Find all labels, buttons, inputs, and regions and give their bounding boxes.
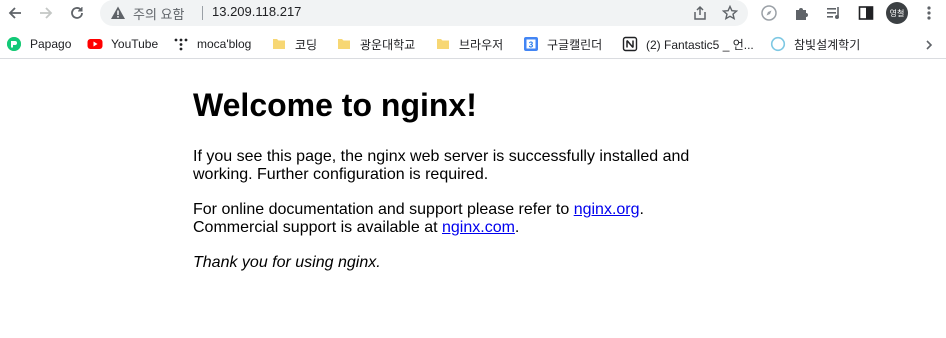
notion-icon <box>622 36 638 52</box>
more-menu-icon[interactable] <box>920 4 938 22</box>
thanks-text: Thank you for using nginx. <box>193 254 381 271</box>
commercial-text: Commercial support is available at <box>193 219 442 236</box>
calendar-icon: 3 <box>523 36 539 52</box>
browser-toolbar: 주의 요함 13.209.118.217 영철 <box>0 0 946 26</box>
bookmark-moca-blog[interactable]: moca'blog <box>173 35 251 53</box>
bookmark-label: 브라우저 <box>459 37 504 52</box>
security-status-label[interactable]: 주의 요함 <box>133 4 184 23</box>
bookmark-label: moca'blog <box>197 37 252 51</box>
support-punct: . <box>639 201 644 218</box>
folder-icon <box>271 36 287 52</box>
page-content: Welcome to nginx! If you see this page, … <box>0 60 946 338</box>
moca-icon <box>173 36 189 52</box>
folder-icon <box>336 36 352 52</box>
bookmark-label: (2) Fantastic5 _ 언... <box>646 37 754 52</box>
omnibox-separator <box>202 6 203 20</box>
bookmark-folder-kwangwoon[interactable]: 광운대학교 <box>336 35 415 53</box>
share-icon[interactable] <box>692 5 708 21</box>
bookmark-papago[interactable]: Papago <box>6 35 71 53</box>
page-title: Welcome to nginx! <box>193 87 477 123</box>
install-message: If you see this page, the nginx web serv… <box>193 148 690 183</box>
bookmark-label: 참빛설계학기 <box>794 37 861 52</box>
bookmark-google-calendar[interactable]: 3 구글캘린더 <box>523 35 602 53</box>
reload-button[interactable] <box>64 0 90 26</box>
warning-icon[interactable] <box>110 5 126 21</box>
star-icon[interactable] <box>722 5 738 21</box>
arrow-right-icon <box>40 7 53 19</box>
back-button[interactable] <box>2 0 28 26</box>
media-control-icon[interactable] <box>825 4 843 22</box>
thanks-message: Thank you for using nginx. <box>193 254 713 272</box>
address-bar[interactable]: 주의 요함 13.209.118.217 <box>100 0 748 26</box>
bookmark-chambit[interactable]: 참빛설계학기 <box>770 35 860 53</box>
nginx-welcome: Welcome to nginx! If you see this page, … <box>193 86 713 289</box>
circle-icon <box>770 36 786 52</box>
profile-avatar[interactable]: 영철 <box>886 2 908 24</box>
reload-icon <box>71 7 83 19</box>
compass-extension-icon[interactable] <box>760 4 778 22</box>
arrow-left-icon <box>8 7 21 19</box>
papago-icon <box>6 36 22 52</box>
bookmarks-overflow-icon[interactable] <box>922 38 936 52</box>
side-panel-icon[interactable] <box>857 4 875 22</box>
folder-icon <box>435 36 451 52</box>
bookmark-label: YouTube <box>111 37 159 51</box>
support-message: For online documentation and support ple… <box>193 201 713 237</box>
bookmark-folder-browser[interactable]: 브라우저 <box>435 35 503 53</box>
forward-button[interactable] <box>33 0 59 26</box>
extensions-puzzle-icon[interactable] <box>793 4 811 22</box>
bookmark-folder-coding[interactable]: 코딩 <box>271 35 317 53</box>
url-text[interactable]: 13.209.118.217 <box>212 4 301 19</box>
bookmark-youtube[interactable]: YouTube <box>87 35 158 53</box>
commercial-punct: . <box>514 219 520 236</box>
bookmark-label: 구글캘린더 <box>547 37 603 52</box>
support-text: For online documentation and support ple… <box>193 201 574 218</box>
nginx-org-link[interactable]: nginx.org <box>574 201 640 218</box>
bookmark-label: 광운대학교 <box>360 37 416 52</box>
bookmark-label: 코딩 <box>295 37 318 52</box>
nginx-com-link[interactable]: nginx.com <box>442 219 515 236</box>
svg-text:3: 3 <box>529 41 534 50</box>
bookmarks-bar: Papago YouTube moca'blog 코딩 광운대학교 브라우저 3 <box>0 29 946 59</box>
bookmark-notion-fantastic5[interactable]: (2) Fantastic5 _ 언... <box>622 35 754 53</box>
youtube-icon <box>87 36 103 52</box>
bookmark-label: Papago <box>30 37 72 51</box>
